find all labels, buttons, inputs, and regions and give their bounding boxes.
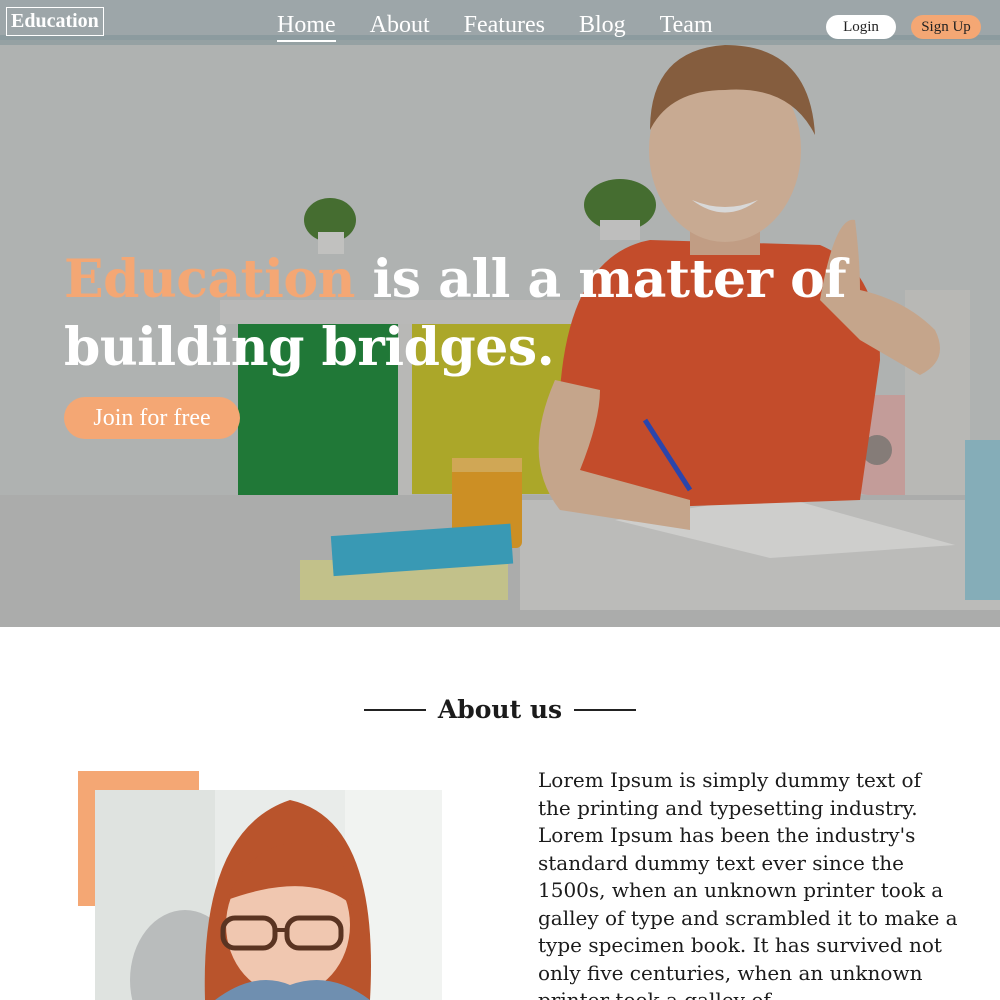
brand-logo[interactable]: Education: [6, 7, 104, 36]
hero-headline: Education is all a matter of building br…: [64, 246, 864, 382]
main-nav: Home About Features Blog Team: [260, 10, 730, 42]
about-photo: [95, 790, 442, 1000]
headline-accent: Education: [64, 249, 355, 310]
nav-blog[interactable]: Blog: [562, 10, 643, 40]
nav-home[interactable]: Home: [260, 10, 353, 42]
title-divider-left: [363, 709, 426, 711]
login-button[interactable]: Login: [826, 15, 896, 39]
about-photo-illustration: [95, 790, 442, 1000]
nav-team[interactable]: Team: [643, 10, 730, 40]
hero-banner: Education Home About Features Blog Team …: [0, 0, 1000, 627]
signup-button[interactable]: Sign Up: [911, 15, 981, 39]
nav-features[interactable]: Features: [447, 10, 562, 40]
about-heading: About us: [437, 695, 563, 724]
nav-about[interactable]: About: [353, 10, 447, 40]
about-body-text: Lorem Ipsum is simply dummy text of the …: [538, 768, 958, 1000]
join-free-button[interactable]: Join for free: [64, 397, 240, 439]
title-divider-right: [574, 709, 637, 711]
about-section-title: About us: [0, 690, 1000, 730]
